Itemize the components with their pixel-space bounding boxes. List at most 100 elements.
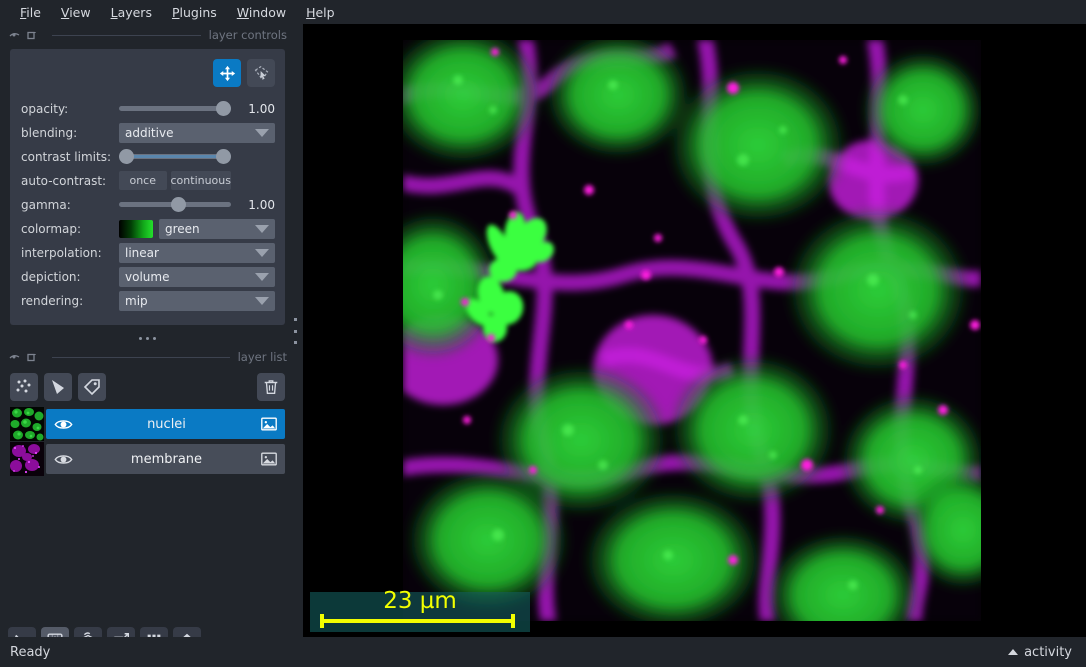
scale-bar-cap-right xyxy=(511,614,515,628)
gamma-slider[interactable] xyxy=(119,197,231,213)
layer-entry-membrane[interactable]: membrane xyxy=(46,444,285,474)
membrane-puncta xyxy=(461,48,980,565)
rendering-value: mip xyxy=(125,293,148,308)
layer-thumbnail-membrane xyxy=(10,442,44,476)
colormap-row: colormap: green xyxy=(20,217,275,240)
float-dock-icon[interactable] xyxy=(8,351,21,364)
opacity-slider[interactable] xyxy=(119,101,231,117)
contrast-limits-low-knob[interactable] xyxy=(119,149,134,164)
delete-layer-button[interactable] xyxy=(257,373,285,401)
opacity-row: opacity: 1.00 xyxy=(20,97,275,120)
blending-select[interactable]: additive xyxy=(119,122,275,143)
float-dock-icon[interactable] xyxy=(8,29,21,42)
activity-label: activity xyxy=(1024,644,1072,660)
colormap-select[interactable]: green xyxy=(159,218,275,239)
contrast-limits-label: contrast limits: xyxy=(21,149,111,164)
colormap-swatch xyxy=(119,219,153,238)
layer-controls-dock-header: layer controls xyxy=(0,24,295,46)
auto-contrast-continuous-button[interactable]: continuous xyxy=(170,171,231,190)
auto-contrast-label: auto-contrast: xyxy=(21,173,107,188)
activity-button[interactable]: activity xyxy=(1008,645,1072,660)
menu-plugins[interactable]: Plugins xyxy=(162,2,227,23)
layer-visibility-toggle-nuclei[interactable] xyxy=(46,415,80,434)
layer-visibility-toggle-membrane[interactable] xyxy=(46,450,80,469)
layer-name-nuclei: nuclei xyxy=(147,416,186,432)
microscopy-image xyxy=(403,40,981,621)
layer-list-toolbar xyxy=(0,368,295,407)
layer-controls-panel: opacity: 1.00 blending: additive contras… xyxy=(10,49,285,325)
dock-header-rule xyxy=(52,34,201,36)
napari-viewer-window: File View Layers Plugins Window Help lay… xyxy=(0,0,1086,667)
depiction-row: depiction: volume xyxy=(20,265,275,288)
layer-list-dock-header: layer list xyxy=(0,346,295,368)
layer-row-nuclei[interactable]: nuclei xyxy=(10,407,285,441)
layer-mode-buttons xyxy=(20,59,275,87)
gamma-knob[interactable] xyxy=(170,197,186,212)
chevron-down-icon xyxy=(255,296,269,305)
transform-select-icon xyxy=(254,65,268,80)
eye-icon xyxy=(53,454,73,464)
blending-row: blending: additive xyxy=(20,121,275,144)
menu-help[interactable]: Help xyxy=(296,2,345,23)
depiction-label: depiction: xyxy=(21,269,81,284)
chevron-down-icon xyxy=(255,272,269,281)
gamma-row: gamma: 1.00 xyxy=(20,193,275,216)
layer-thumbnail-nuclei xyxy=(10,407,44,441)
interpolation-value: linear xyxy=(125,245,159,260)
layer-controls-title: layer controls xyxy=(208,28,287,42)
image-icon xyxy=(261,417,277,431)
layer-type-icon-membrane xyxy=(253,450,285,468)
menu-view[interactable]: View xyxy=(51,2,101,23)
viewer-canvas[interactable]: 23 µm xyxy=(303,24,1086,637)
layer-list: nuclei membrane xyxy=(0,407,295,476)
opacity-value: 1.00 xyxy=(248,101,275,116)
depiction-value: volume xyxy=(125,269,170,284)
scale-bar: 23 µm xyxy=(310,588,530,632)
left-dock-area: layer controls opacity: 1.00 blending: a… xyxy=(0,24,295,655)
contrast-limits-row: contrast limits: xyxy=(20,145,275,168)
labels-tag-icon xyxy=(83,379,100,396)
rendering-row: rendering: mip xyxy=(20,289,275,312)
menu-file[interactable]: File xyxy=(10,2,51,23)
opacity-label: opacity: xyxy=(21,101,69,116)
shapes-polygon-icon xyxy=(52,380,64,394)
image-icon xyxy=(261,452,277,466)
points-icon xyxy=(16,379,31,393)
move-arrows-icon xyxy=(219,65,235,81)
contrast-limits-high-knob[interactable] xyxy=(216,149,231,164)
scale-bar-label: 23 µm xyxy=(383,588,457,614)
trash-icon xyxy=(264,380,278,394)
new-labels-layer-button[interactable] xyxy=(78,373,106,401)
menu-layers[interactable]: Layers xyxy=(101,2,162,23)
gamma-value: 1.00 xyxy=(248,197,275,212)
close-dock-icon[interactable] xyxy=(26,29,39,42)
colormap-label: colormap: xyxy=(21,221,82,236)
dock-vertical-resize-handle[interactable] xyxy=(292,318,299,344)
contrast-limits-slider[interactable] xyxy=(119,149,231,165)
opacity-track xyxy=(119,106,231,111)
new-shapes-layer-button[interactable] xyxy=(44,373,72,401)
blending-label: blending: xyxy=(21,125,78,140)
layer-entry-nuclei[interactable]: nuclei xyxy=(46,409,285,439)
depiction-select[interactable]: volume xyxy=(119,266,275,287)
menu-window[interactable]: Window xyxy=(227,2,296,23)
eye-icon xyxy=(53,419,73,429)
chevron-up-icon xyxy=(1008,649,1019,655)
layer-row-membrane[interactable]: membrane xyxy=(10,442,285,476)
interpolation-select[interactable]: linear xyxy=(119,242,275,263)
status-bar: Ready activity xyxy=(0,637,1086,667)
pan-zoom-button[interactable] xyxy=(213,59,241,87)
auto-contrast-once-button[interactable]: once xyxy=(119,171,167,190)
close-dock-icon[interactable] xyxy=(26,351,39,364)
new-points-layer-button[interactable] xyxy=(10,373,38,401)
transform-button[interactable] xyxy=(247,59,275,87)
scale-bar-cap-left xyxy=(320,614,324,628)
opacity-knob[interactable] xyxy=(216,101,231,116)
layer-name-membrane: membrane xyxy=(130,451,203,467)
dock-header-rule xyxy=(52,356,230,358)
dock-splitter-handle[interactable] xyxy=(0,330,295,346)
interpolation-row: interpolation: linear xyxy=(20,241,275,264)
rendering-select[interactable]: mip xyxy=(119,290,275,311)
layer-list-title: layer list xyxy=(237,350,287,364)
gamma-label: gamma: xyxy=(21,197,71,212)
